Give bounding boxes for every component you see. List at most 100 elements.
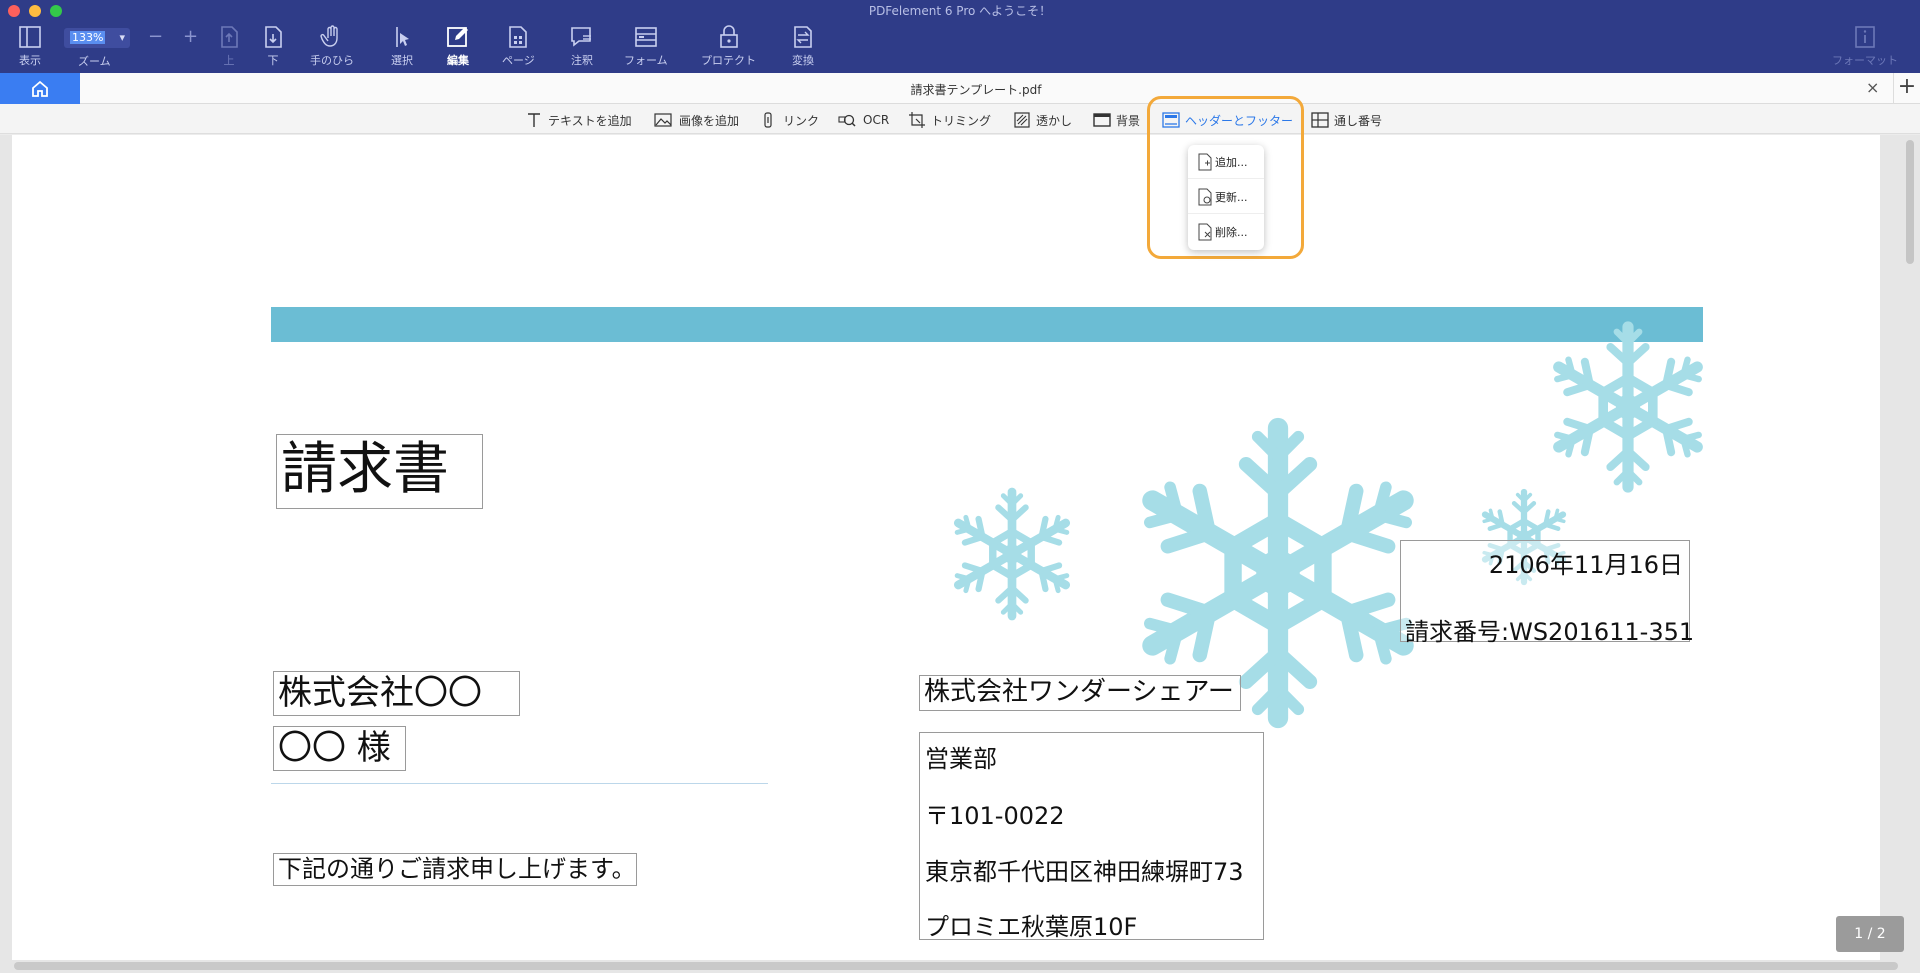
- hand-label: 手のひら: [310, 54, 354, 67]
- horizontal-scrollbar[interactable]: [14, 962, 1898, 970]
- watermark-label: 透かし: [1036, 113, 1073, 128]
- lock-icon: [719, 25, 738, 48]
- protect-tool-button[interactable]: プロテクト: [701, 24, 756, 70]
- close-tab-button[interactable]: ×: [1866, 78, 1879, 97]
- sidebar-icon: [19, 26, 41, 48]
- main-toolbar: PDFelement 6 Pro へようこそ！ 表示 133% ▾ ズーム − …: [0, 0, 1920, 73]
- link-label: リンク: [783, 113, 820, 128]
- page-down-icon: [265, 26, 282, 48]
- date-invoice-block[interactable]: 2106年11月16日 請求番号:WS201611-351: [1400, 540, 1694, 646]
- convert-icon: [794, 26, 812, 48]
- add-text-label: テキストを追加: [548, 113, 632, 128]
- page-indicator: 1 / 2: [1836, 916, 1904, 952]
- ocr-button[interactable]: OCR: [836, 110, 889, 130]
- protect-label: プロテクト: [701, 54, 756, 67]
- zoom-out-button[interactable]: −: [148, 26, 163, 47]
- view-button[interactable]: 表示: [17, 24, 43, 70]
- add-text-button[interactable]: テキストを追加: [525, 110, 632, 130]
- format-panel-button[interactable]: フォーマット: [1832, 24, 1898, 70]
- client-company[interactable]: 株式会社〇〇: [273, 671, 520, 716]
- form-icon: [635, 27, 657, 47]
- zoom-label: ズーム: [78, 55, 111, 68]
- document-tab[interactable]: 請求書テンプレート.pdf: [0, 81, 1920, 98]
- edit-label: 編集: [447, 54, 469, 67]
- zoom-select[interactable]: 133% ▾: [64, 28, 130, 48]
- add-image-button[interactable]: 画像を追加: [652, 110, 739, 130]
- sender-address-block[interactable]: 営業部 〒101-0022 東京都千代田区神田練塀町73 プロミエ秋葉原10F: [919, 732, 1264, 941]
- view-label: 表示: [19, 54, 41, 67]
- text-icon: [528, 113, 540, 127]
- zoom-in-button[interactable]: +: [183, 26, 198, 47]
- link-icon: [764, 112, 772, 128]
- form-tool-button[interactable]: フォーム: [624, 24, 668, 70]
- watermark-button[interactable]: 透かし: [1013, 110, 1072, 130]
- remove-label: 削除...: [1215, 226, 1248, 239]
- page-up-button[interactable]: 上: [216, 24, 242, 70]
- invoice-date: 2106年11月16日: [1488, 551, 1683, 579]
- header-footer-update-item[interactable]: 更新...: [1188, 180, 1264, 214]
- crop-icon: [909, 112, 925, 128]
- image-icon: [654, 113, 672, 127]
- update-page-icon: [1198, 188, 1212, 205]
- info-icon: [1855, 26, 1875, 48]
- edit-icon: [447, 27, 468, 47]
- background-label: 背景: [1116, 113, 1141, 128]
- page-label: ページ: [502, 54, 535, 67]
- sender-address-line2: プロミエ秋葉原10F: [925, 913, 1138, 941]
- comment-label: 注釈: [571, 54, 593, 67]
- invoice-title[interactable]: 請求書: [276, 434, 483, 509]
- sender-postal: 〒101-0022: [925, 802, 1065, 830]
- hand-tool-button[interactable]: 手のひら: [310, 24, 354, 70]
- vertical-scrollbar[interactable]: [1906, 140, 1914, 264]
- comment-tool-button[interactable]: 注釈: [569, 24, 595, 70]
- up-label: 上: [223, 54, 235, 67]
- sender-dept: 営業部: [925, 745, 997, 773]
- new-tab-button[interactable]: +: [1893, 73, 1920, 104]
- client-divider: [271, 783, 768, 784]
- request-text[interactable]: 下記の通りご請求申し上げます。: [273, 853, 637, 886]
- form-label: フォーム: [624, 54, 668, 67]
- page-icon: [509, 26, 528, 48]
- add-label: 追加...: [1215, 155, 1248, 169]
- page-up-icon: [221, 26, 238, 48]
- crop-label: トリミング: [931, 113, 992, 128]
- zoom-value: 133%: [70, 31, 106, 44]
- down-label: 下: [267, 54, 279, 67]
- sender-company[interactable]: 株式会社ワンダーシェアー: [919, 675, 1241, 711]
- header-footer-add-item[interactable]: 追加...: [1188, 145, 1264, 179]
- background-icon: [1093, 113, 1111, 127]
- tab-bar: 請求書テンプレート.pdf × +: [0, 73, 1920, 104]
- header-footer-menu: 追加... 更新... 削除...: [1188, 145, 1264, 250]
- document-viewport[interactable]: 請求書 株式会社〇〇 〇〇 様 下記の通りご請求申し上げます。 株式会社ワンダー…: [0, 135, 1920, 973]
- page-down-button[interactable]: 下: [260, 24, 286, 70]
- convert-tool-button[interactable]: 変換: [790, 24, 816, 70]
- pdf-page[interactable]: 請求書 株式会社〇〇 〇〇 様 下記の通りご請求申し上げます。 株式会社ワンダー…: [12, 135, 1880, 960]
- format-label: フォーマット: [1832, 54, 1898, 67]
- bates-icon: [1311, 112, 1329, 128]
- page-tool-button[interactable]: ページ: [502, 24, 535, 70]
- link-button[interactable]: リンク: [760, 110, 819, 130]
- select-tool-button[interactable]: 選択: [389, 24, 415, 70]
- background-button[interactable]: 背景: [1093, 110, 1140, 130]
- chevron-down-icon: ▾: [119, 31, 125, 44]
- select-label: 選択: [391, 54, 413, 67]
- bates-number-button[interactable]: 通し番号: [1311, 110, 1382, 130]
- add-page-icon: [1198, 153, 1212, 170]
- cursor-icon: [396, 27, 409, 47]
- ocr-icon: [838, 114, 856, 127]
- watermark-icon: [1014, 112, 1030, 128]
- header-footer-remove-item[interactable]: 削除...: [1188, 215, 1264, 249]
- comment-icon: [571, 27, 591, 47]
- remove-page-icon: [1198, 223, 1212, 241]
- convert-label: 変換: [792, 54, 814, 67]
- client-person[interactable]: 〇〇 様: [273, 726, 406, 771]
- app-title: PDFelement 6 Pro へようこそ！: [868, 4, 1052, 18]
- bates-label: 通し番号: [1334, 113, 1383, 128]
- edit-toolbar: テキストを追加 画像を追加 リンク OCR トリミング 透かし 背景 ヘッダーと…: [0, 104, 1920, 134]
- invoice-number: 請求番号:WS201611-351: [1405, 618, 1695, 646]
- sender-address-line1: 東京都千代田区神田練塀町73: [925, 858, 1244, 886]
- edit-tool-button[interactable]: 編集: [445, 24, 471, 70]
- ocr-label: OCR: [863, 113, 890, 127]
- crop-button[interactable]: トリミング: [908, 110, 991, 130]
- hand-icon: [320, 25, 338, 47]
